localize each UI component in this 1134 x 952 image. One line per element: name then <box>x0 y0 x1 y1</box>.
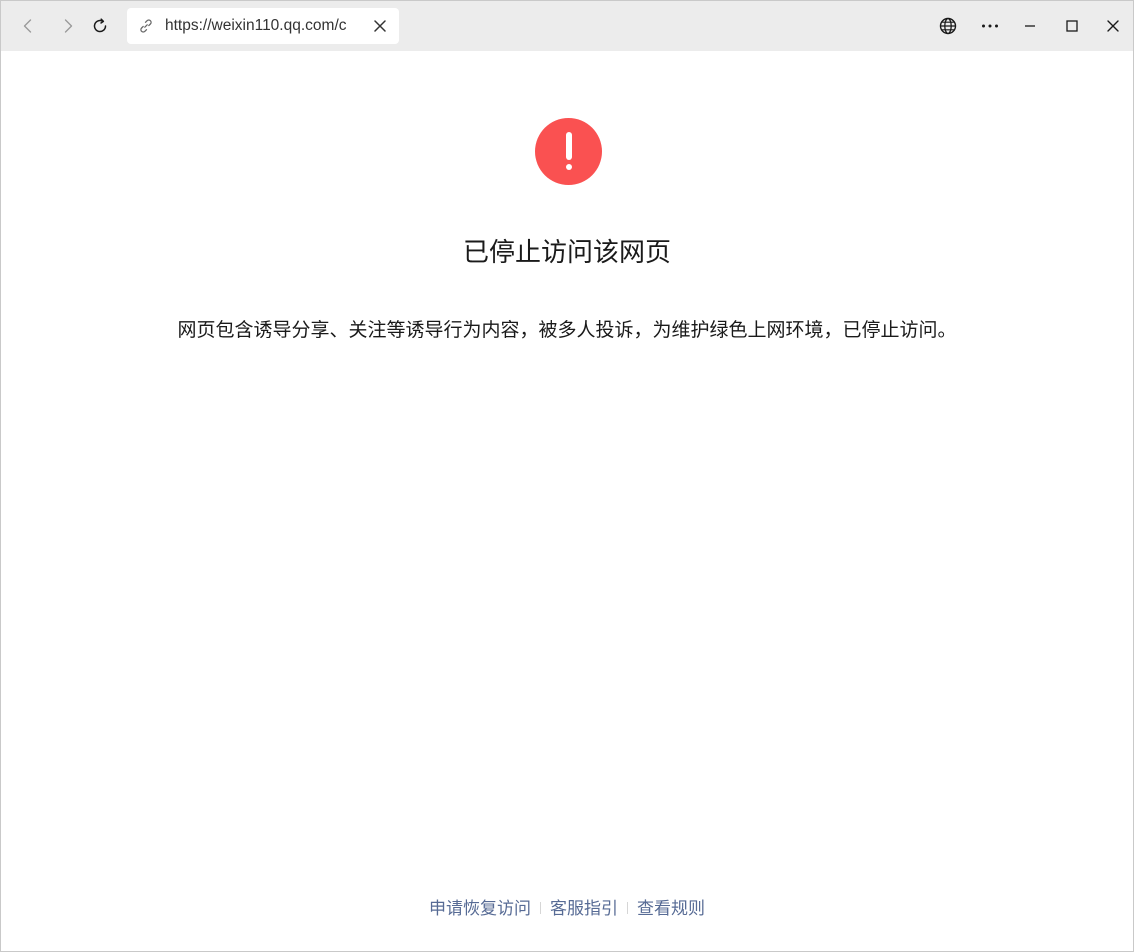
globe-icon <box>939 17 957 35</box>
more-button[interactable] <box>977 13 1003 39</box>
reload-button[interactable] <box>86 12 114 40</box>
language-button[interactable] <box>935 13 961 39</box>
customer-service-link[interactable]: 客服指引 <box>550 894 618 924</box>
warning-exclamation-icon <box>535 118 602 185</box>
link-divider <box>540 902 541 914</box>
chevron-left-icon <box>23 19 32 33</box>
minimize-button[interactable] <box>1017 13 1043 39</box>
view-rules-link[interactable]: 查看规则 <box>637 894 705 924</box>
maximize-button[interactable] <box>1059 13 1085 39</box>
browser-titlebar: https://weixin110.qq.com/c <box>1 1 1133 51</box>
close-window-button[interactable] <box>1100 13 1126 39</box>
minimize-icon <box>1025 25 1035 27</box>
back-button[interactable] <box>14 12 42 40</box>
warning-icon-bar <box>565 132 572 160</box>
chevron-right-icon <box>64 19 73 33</box>
close-icon <box>1107 20 1119 32</box>
more-horizontal-icon <box>982 24 998 28</box>
url-text[interactable]: https://weixin110.qq.com/c <box>165 8 363 44</box>
address-bar[interactable]: https://weixin110.qq.com/c <box>127 8 399 44</box>
link-icon <box>140 19 152 33</box>
browser-window: https://weixin110.qq.com/c 已停止访问该网页 网页包含… <box>0 0 1134 952</box>
link-divider <box>627 902 628 914</box>
footer-links: 申请恢复访问 客服指引 查看规则 <box>1 894 1133 924</box>
close-icon[interactable] <box>371 17 389 35</box>
warning-icon-dot <box>565 164 572 170</box>
reload-icon <box>93 18 107 33</box>
maximize-icon <box>1066 20 1078 32</box>
page-description: 网页包含诱导分享、关注等诱导行为内容，被多人投诉，为维护绿色上网环境，已停止访问… <box>177 319 957 341</box>
page-content: 已停止访问该网页 网页包含诱导分享、关注等诱导行为内容，被多人投诉，为维护绿色上… <box>1 51 1133 951</box>
appeal-restore-link[interactable]: 申请恢复访问 <box>429 894 531 924</box>
page-title: 已停止访问该网页 <box>462 238 671 268</box>
forward-button[interactable] <box>54 12 82 40</box>
